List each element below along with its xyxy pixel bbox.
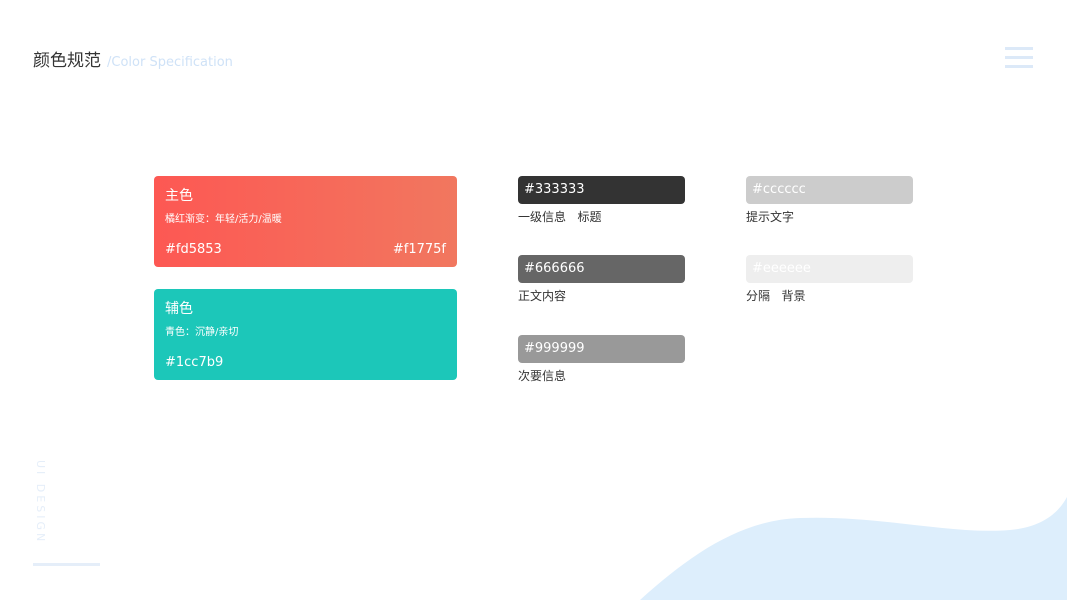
menu-icon-bar [1005,56,1033,59]
swatch-cccccc: #cccccc [746,176,913,204]
swatch-label-999999: 次要信息 [518,369,567,383]
swatch-eeeeee: #eeeeee [746,255,913,283]
secondary-color-name: 辅色 [165,301,193,317]
primary-color-card: 主色 橘红渐变：年轻/活力/温暖 #fd5853 #f1775f [154,176,457,267]
side-accent-line [33,563,100,566]
page-header: 颜色规范 /Color Specification [33,46,233,71]
primary-color-description: 橘红渐变：年轻/活力/温暖 [165,214,282,225]
swatch-999999: #999999 [518,335,685,363]
swatch-label-333333: 一级信息 标题 [518,210,602,224]
swatch-label-666666: 正文内容 [518,289,567,303]
menu-icon[interactable] [1005,47,1033,69]
primary-color-hex-end: #f1775f [392,242,446,257]
swatch-label-eeeeee: 分隔 背景 [746,289,806,303]
menu-icon-bar [1005,65,1033,68]
secondary-color-hex: #1cc7b9 [165,355,224,370]
primary-color-hex-start: #fd5853 [165,242,222,257]
side-vertical-text: UI DESIGN [34,460,47,545]
primary-color-name: 主色 [165,188,193,204]
menu-icon-bar [1005,47,1033,50]
secondary-color-card: 辅色 青色：沉静/亲切 #1cc7b9 [154,289,457,380]
swatch-333333: #333333 [518,176,685,204]
page-title: 颜色规范 [33,51,101,71]
swatch-label-cccccc: 提示文字 [746,210,795,224]
secondary-color-description: 青色：沉静/亲切 [165,327,239,338]
swatch-666666: #666666 [518,255,685,283]
page-subtitle: /Color Specification [107,55,233,70]
decorative-wave-shape [640,497,1067,600]
